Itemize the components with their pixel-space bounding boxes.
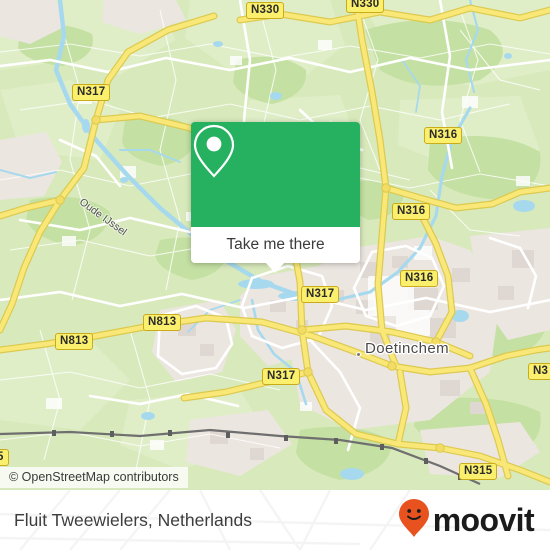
location-title: Fluit Tweewielers, Netherlands: [14, 509, 252, 530]
popup-header: [191, 122, 360, 227]
location-popup-card[interactable]: Take me there: [191, 122, 360, 263]
road-shield-n317: N317: [72, 84, 111, 101]
take-me-there-label: Take me there: [226, 236, 325, 253]
road-shield-n3-clipped: N3: [528, 363, 550, 380]
road-shield-n315: N315: [459, 463, 498, 480]
road-shield-n317: N317: [301, 286, 340, 303]
moovit-pin-icon: [398, 498, 429, 542]
popup-pointer-tail: [265, 262, 285, 273]
road-shield-n330: N330: [246, 2, 285, 19]
moovit-wordmark: moovit: [432, 502, 535, 538]
road-shield-n316: N316: [400, 270, 439, 287]
road-shield-n315-clipped: 5: [0, 449, 9, 466]
map-screenshot: Oude IJssel Doetinchem N330 N330 N317 N3…: [0, 0, 550, 550]
road-shield-n316: N316: [392, 203, 431, 220]
road-shield-n813: N813: [55, 333, 94, 350]
map-canvas[interactable]: Oude IJssel Doetinchem N330 N330 N317 N3…: [0, 0, 550, 490]
road-shield-n316: N316: [424, 127, 463, 144]
road-shield-n330: N330: [346, 0, 385, 13]
bottom-bar: Fluit Tweewielers, Netherlands moovit: [0, 490, 550, 550]
moovit-logo[interactable]: moovit: [398, 498, 535, 542]
osm-attribution[interactable]: © OpenStreetMap contributors: [0, 467, 188, 488]
road-shield-n317: N317: [262, 368, 301, 385]
place-marker-dot: [356, 352, 361, 357]
place-label-doetinchem: Doetinchem: [365, 340, 450, 357]
road-shield-n813: N813: [143, 314, 182, 331]
take-me-there-button[interactable]: Take me there: [191, 227, 360, 263]
